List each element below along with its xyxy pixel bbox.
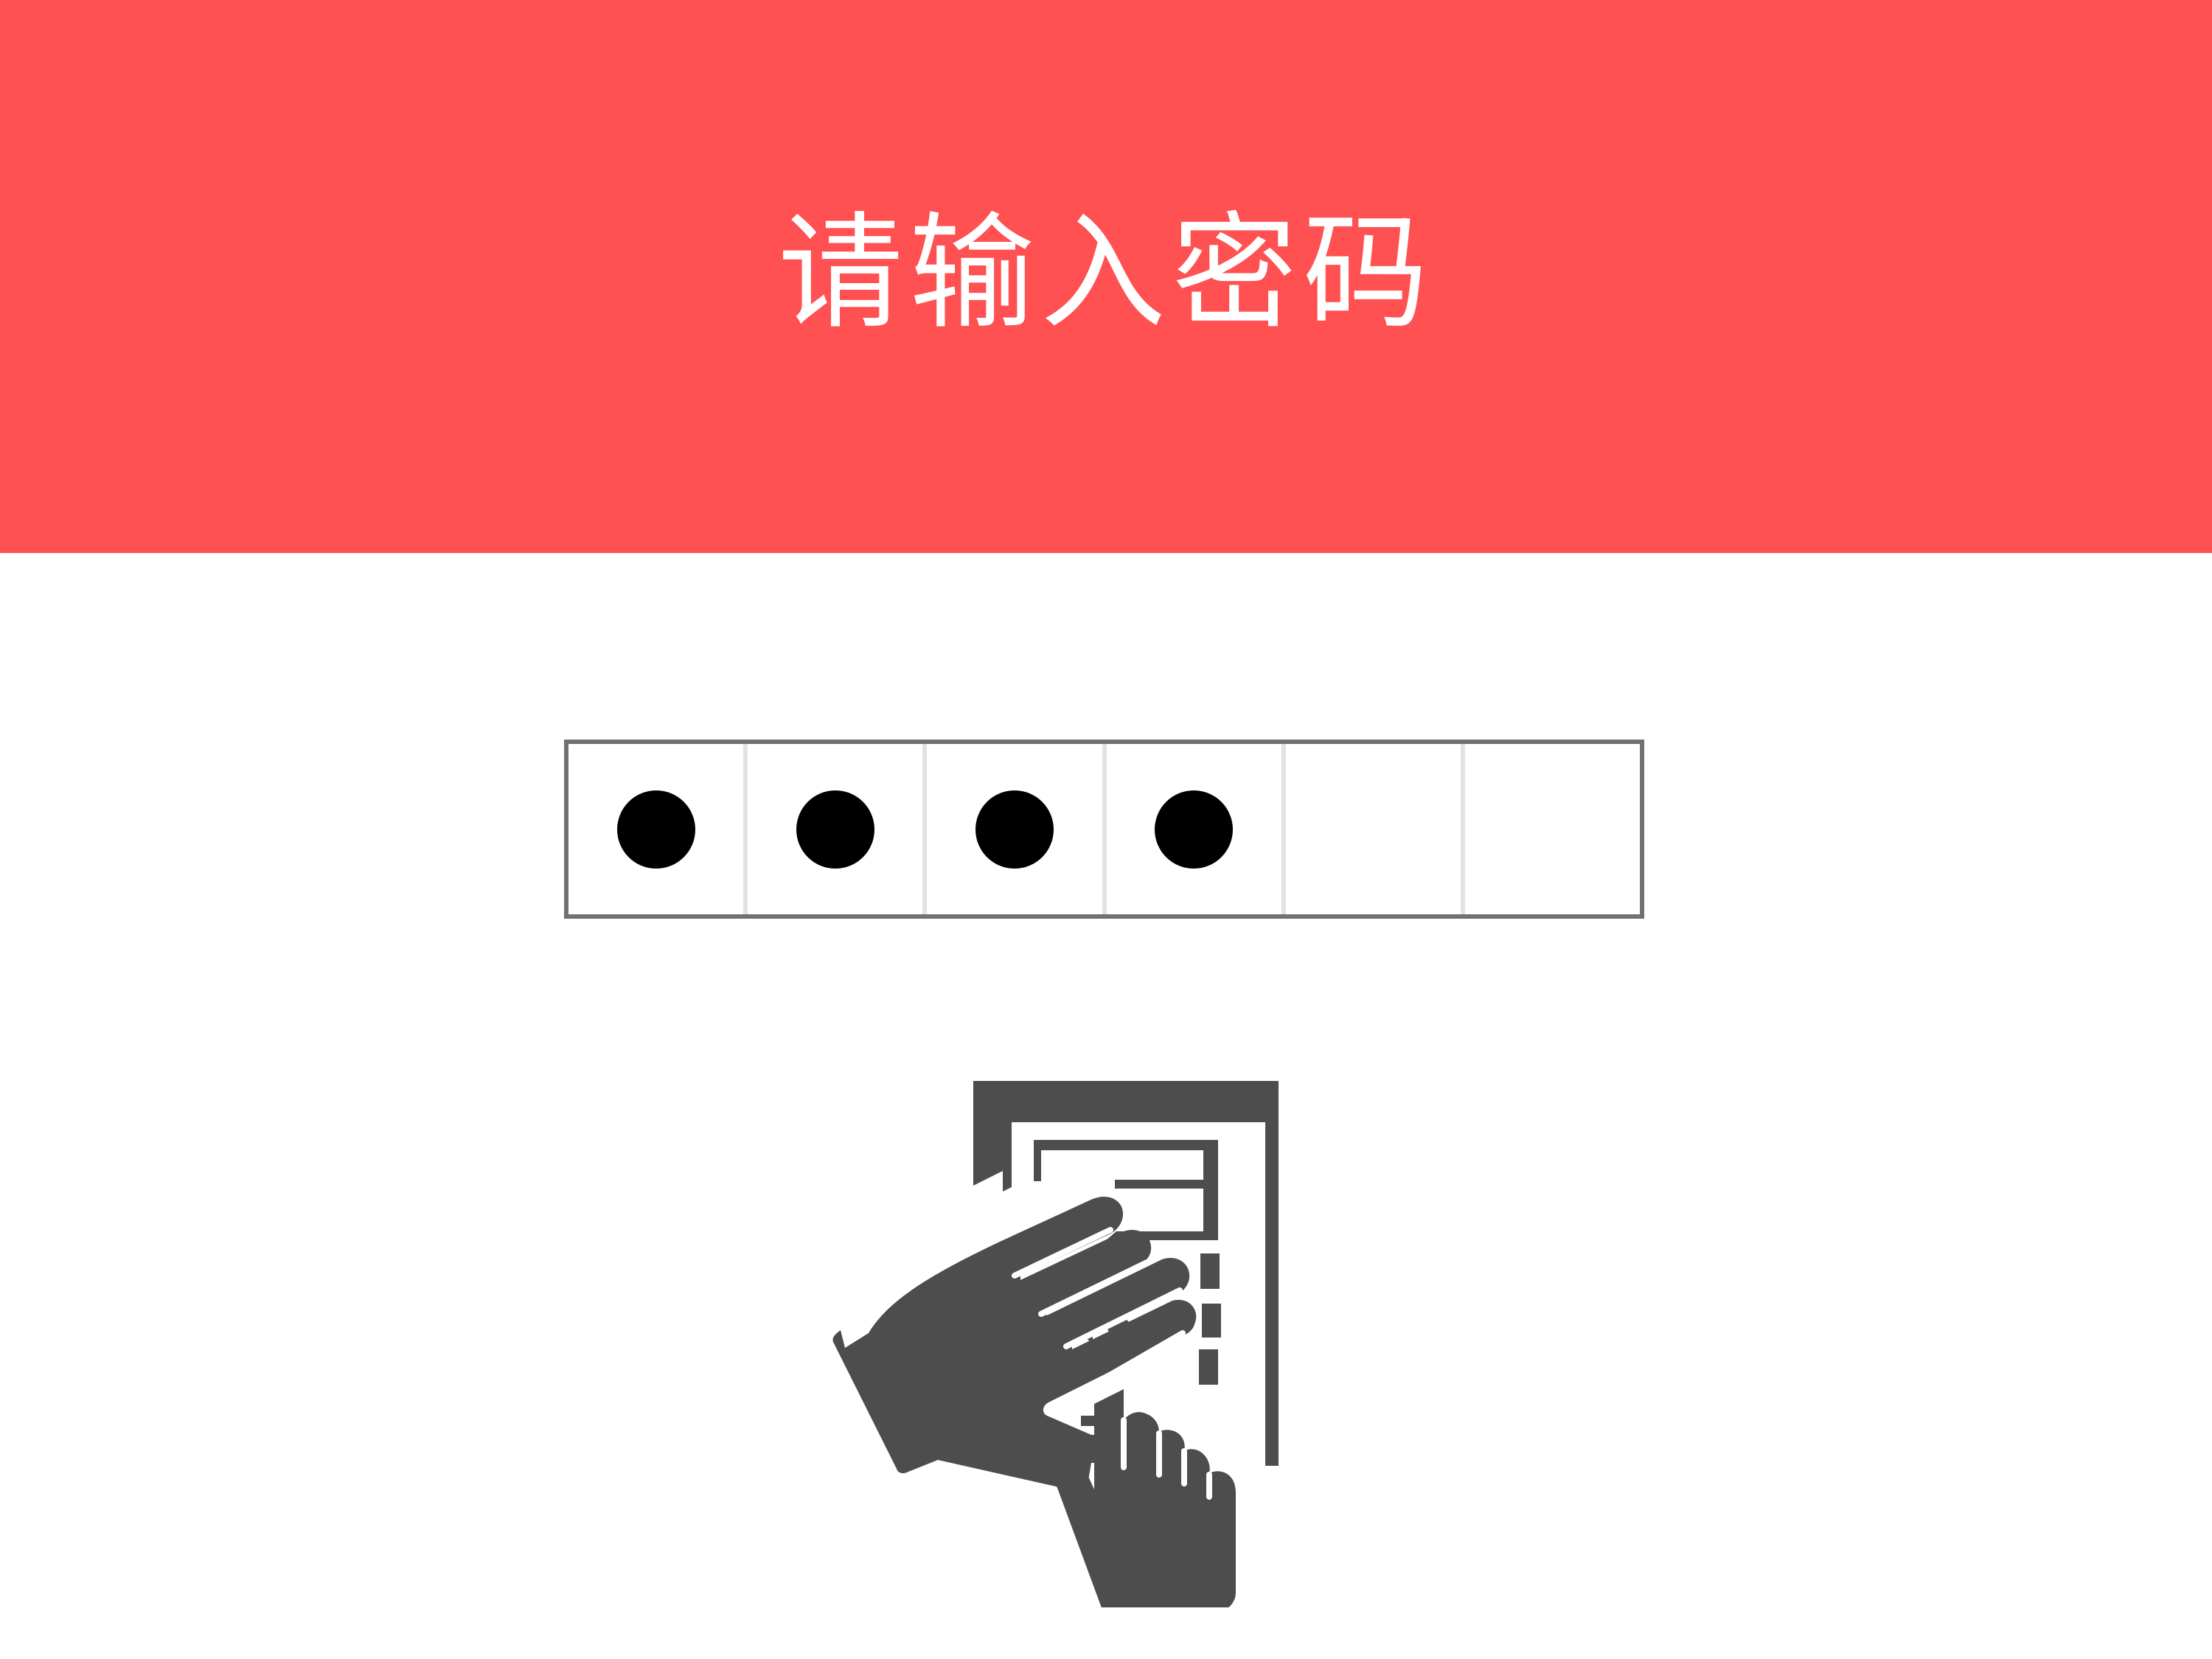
header-bar: 请输入密码: [0, 0, 2212, 553]
pin-digit-cell[interactable]: [1107, 744, 1286, 914]
pin-dot-filled: [616, 790, 695, 869]
hand-entering-keypad-icon: [832, 1081, 1279, 1612]
pin-digit-cell[interactable]: [1286, 744, 1465, 914]
pin-dot-filled: [1155, 790, 1234, 869]
password-input[interactable]: [564, 740, 1644, 919]
pin-digit-cell[interactable]: [1465, 744, 1640, 914]
pin-digit-cell[interactable]: [927, 744, 1107, 914]
pin-digit-cell[interactable]: [568, 744, 748, 914]
pin-dot-filled: [796, 790, 874, 869]
page-title: 请输入密码: [777, 201, 1434, 347]
keypad-illustration: [826, 1077, 1298, 1612]
pin-digit-cell[interactable]: [748, 744, 928, 914]
pin-dot-filled: [975, 790, 1054, 869]
